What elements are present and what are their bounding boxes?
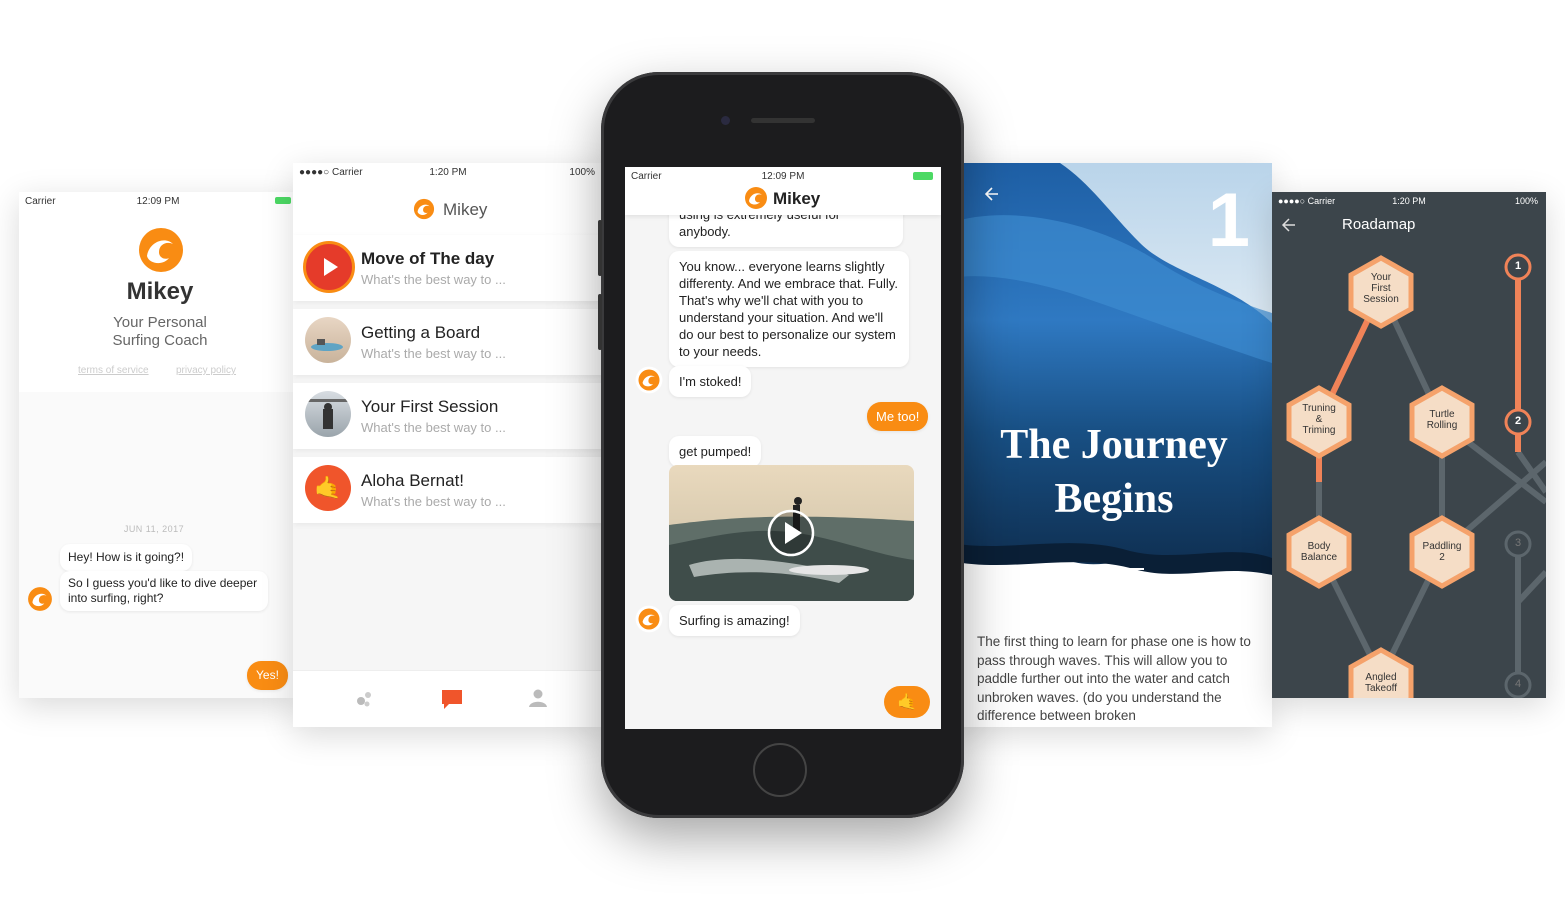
video-thumbnail[interactable]	[669, 465, 914, 601]
mikey-avatar-icon	[635, 605, 663, 633]
item-subtitle: What's the best way to ...	[361, 420, 506, 435]
node-label: Rolling	[1426, 420, 1458, 431]
shaka-reply-button[interactable]: 🤙	[884, 686, 930, 718]
node-label: Body	[1307, 541, 1331, 552]
tab-bar	[293, 670, 603, 727]
item-subtitle: What's the best way to ...	[361, 272, 506, 287]
node-angled-takeoff[interactable]: Angled Takeoff	[1351, 672, 1411, 694]
phone-speaker	[751, 118, 815, 123]
conversations-screen: ●●●●○ Carrier 1:20 PM 100% Mikey Move of…	[293, 163, 603, 727]
item-subtitle: What's the best way to ...	[361, 346, 506, 361]
node-label: Truning	[1302, 403, 1336, 414]
play-icon	[303, 241, 355, 293]
node-turtle-rolling[interactable]: Turtle Rolling	[1412, 409, 1472, 431]
time-label: 12:09 PM	[761, 171, 805, 182]
roadmap-screen: ●●●●○ Carrier 1:20 PM 100% Roadamap Your…	[1272, 192, 1546, 698]
step-4[interactable]: 4	[1508, 678, 1528, 690]
item-title: Aloha Bernat!	[361, 471, 465, 490]
roadmap-graph	[1286, 253, 1546, 698]
journey-body: The first thing to learn for phase one i…	[977, 634, 1251, 723]
step-2[interactable]: 2	[1508, 415, 1528, 427]
chat-message: You know... everyone learns slightly dif…	[669, 251, 909, 367]
terms-link[interactable]: terms of service	[78, 365, 149, 376]
list-item[interactable]: Getting a Board What's the best way to .…	[293, 309, 603, 375]
mikey-logo-icon	[139, 228, 183, 272]
session-photo-icon	[305, 391, 351, 437]
step-1[interactable]: 1	[1508, 260, 1528, 272]
chat-date: JUN 11, 2017	[123, 524, 185, 534]
time-label: 12:09 PM	[136, 196, 180, 207]
shaka-icon: 🤙	[305, 465, 351, 511]
battery-icon	[275, 197, 291, 204]
node-label: 2	[1439, 552, 1445, 563]
app-name: Mikey	[773, 189, 821, 208]
list-item[interactable]: Move of The day What's the best way to .…	[293, 235, 603, 301]
privacy-link[interactable]: privacy policy	[176, 365, 236, 376]
board-photo-icon	[305, 317, 351, 363]
status-bar: ●●●●○ Carrier 1:20 PM 100%	[293, 163, 603, 183]
node-your-first-session[interactable]: Your First Session	[1351, 272, 1411, 305]
list-item[interactable]: Your First Session What's the best way t…	[293, 383, 603, 449]
tab-roadmap-icon[interactable]	[355, 689, 375, 709]
chat-message: get pumped!	[669, 436, 762, 467]
reply-yes-button[interactable]: Yes!	[247, 661, 288, 690]
tab-chat-icon[interactable]	[440, 687, 464, 711]
node-body-balance[interactable]: Body Balance	[1289, 541, 1349, 563]
node-label: First	[1371, 283, 1391, 294]
node-label: Balance	[1300, 552, 1338, 563]
phone-side-button	[598, 294, 602, 350]
battery-icon	[913, 172, 933, 180]
item-title: Move of The day	[361, 249, 495, 268]
battery-label: 100%	[569, 167, 595, 178]
node-label: Paddling	[1422, 541, 1462, 552]
phone-camera	[721, 116, 730, 125]
item-subtitle: What's the best way to ...	[361, 494, 506, 509]
journey-title-line-1: The Journey	[1000, 422, 1228, 468]
tagline-line-2: Surfing Coach	[112, 332, 208, 349]
node-label: Takeoff	[1364, 683, 1398, 694]
mikey-logo-icon	[745, 187, 767, 209]
node-label: Turtle	[1429, 409, 1455, 420]
chat-message: I'm stoked!	[669, 366, 752, 397]
app-name: Mikey	[126, 278, 194, 305]
app-name: Mikey	[443, 200, 488, 219]
chat-screen: Carrier 12:09 PM Mikey using is extremel…	[625, 167, 941, 729]
node-paddling-2[interactable]: Paddling 2	[1412, 541, 1472, 563]
message-text: anybody.	[679, 224, 731, 239]
list-item[interactable]: 🤙 Aloha Bernat! What's the best way to .…	[293, 457, 603, 523]
time-label: 1:20 PM	[429, 167, 467, 178]
back-arrow-icon[interactable]	[982, 185, 1000, 203]
chat-message: So I guess you'd like to dive deeper int…	[60, 571, 268, 611]
chat-message: Hey! How is it going?!	[60, 544, 193, 571]
item-title: Your First Session	[361, 397, 499, 416]
title-divider	[1084, 568, 1144, 570]
item-title: Getting a Board	[361, 323, 481, 342]
status-bar: Carrier 12:09 PM	[19, 192, 297, 212]
tagline-line-1: Your Personal	[113, 314, 207, 331]
mikey-avatar-icon	[28, 587, 52, 611]
node-truning-triming[interactable]: Truning & Triming	[1289, 403, 1349, 436]
home-button[interactable]	[753, 743, 807, 797]
chat-message-sent: Me too!	[867, 402, 929, 431]
status-bar: Carrier 12:09 PM	[625, 167, 941, 187]
node-label: Your	[1370, 272, 1392, 283]
node-label: Triming	[1302, 425, 1336, 436]
welcome-screen: Carrier 12:09 PM Mikey Your Personal Sur…	[19, 192, 297, 698]
node-label: Angled	[1365, 672, 1397, 683]
phone-side-button	[598, 220, 602, 276]
tab-profile-icon[interactable]	[528, 688, 548, 708]
journey-title-line-2: Begins	[1054, 476, 1174, 522]
chat-message: Surfing is amazing!	[669, 605, 800, 636]
node-label: &	[1315, 414, 1323, 425]
step-3[interactable]: 3	[1508, 537, 1528, 549]
journey-screen: 1 The Journey Begins The first thing to …	[950, 163, 1272, 727]
mikey-logo-icon	[413, 198, 435, 220]
node-label: Session	[1363, 294, 1399, 305]
mikey-avatar-icon	[635, 366, 663, 394]
phase-number: 1	[1207, 178, 1250, 263]
